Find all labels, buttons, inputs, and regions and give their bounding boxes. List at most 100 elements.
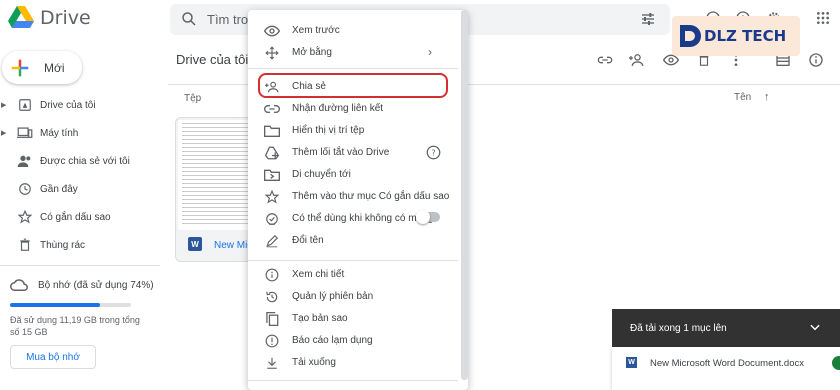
help-circle-icon[interactable]: ?	[426, 145, 441, 160]
menu-item-label: Hiển thị vị trí tệp	[292, 125, 365, 136]
search-options-icon[interactable]	[640, 11, 656, 27]
share-highlight-ring	[258, 73, 448, 98]
sidebar-item-recent[interactable]: Gần đây	[0, 178, 160, 200]
menu-item-label: Xem trước	[292, 25, 340, 36]
trash-icon	[20, 238, 30, 251]
new-button[interactable]: Mới	[2, 51, 82, 84]
search-icon[interactable]	[180, 10, 198, 28]
menu-divider	[248, 260, 458, 261]
sort-arrow-up-icon[interactable]: ↑	[764, 91, 770, 103]
menu-item-open-with[interactable]: Mở bằng ›	[248, 42, 458, 64]
eye-icon	[264, 25, 280, 37]
link-icon	[264, 105, 280, 113]
history-icon	[266, 291, 278, 303]
new-button-label: Mới	[44, 60, 65, 75]
file-card[interactable]: W New Microsoft Word Document.docx	[175, 117, 255, 262]
move-to-folder-icon	[264, 169, 280, 181]
clock-icon	[19, 183, 31, 195]
storage-progress-bar	[10, 303, 131, 307]
menu-item-label: Đổi tên	[292, 235, 324, 246]
computer-icon	[17, 127, 33, 138]
sidebar-item-trash[interactable]: Thùng rác	[0, 234, 160, 256]
menu-item-view-details[interactable]: Xem chi tiết	[248, 264, 458, 286]
move-arrows-icon	[265, 46, 279, 60]
menu-item-manage-versions[interactable]: Quản lý phiên bản	[248, 286, 458, 308]
menu-item-preview[interactable]: Xem trước	[248, 20, 458, 42]
pencil-icon	[266, 234, 279, 248]
sidebar-item-label: Gần đây	[40, 183, 78, 195]
submenu-chevron-icon: ›	[428, 45, 432, 59]
menu-item-label: Báo cáo lạm dụng	[292, 335, 373, 346]
toggle-knob	[416, 210, 430, 224]
expand-caret-icon[interactable]: ▶	[0, 129, 10, 137]
sidebar: Mới ▶ Drive của tôi ▶ Máy tính Được chia…	[0, 38, 160, 390]
sidebar-item-starred[interactable]: Có gắn dấu sao	[0, 206, 160, 228]
menu-item-add-starred[interactable]: Thêm vào thư mục Có gắn dấu sao	[248, 186, 458, 208]
upload-toast-item[interactable]: W New Microsoft Word Document.docx	[612, 347, 840, 390]
sidebar-item-storage[interactable]: Bộ nhớ (đã sử dụng 74%)	[0, 274, 160, 296]
menu-item-label: Nhận đường liên kết	[292, 103, 384, 114]
menu-divider	[248, 380, 458, 381]
upload-file-name: New Microsoft Word Document.docx	[650, 358, 804, 369]
app-name: Drive	[40, 6, 91, 29]
apps-grid-icon[interactable]	[815, 10, 831, 26]
add-shortcut-icon	[264, 146, 280, 160]
download-icon	[267, 357, 277, 369]
sidebar-item-shared[interactable]: Được chia sẻ với tôi	[0, 150, 160, 172]
sidebar-item-label: Được chia sẻ với tôi	[40, 155, 130, 167]
details-info-icon[interactable]	[808, 52, 824, 68]
drive-logo[interactable]: Drive	[8, 6, 91, 29]
menu-item-report-abuse[interactable]: Báo cáo lạm dụng	[248, 330, 458, 352]
menu-item-make-copy[interactable]: Tạo bản sao	[248, 308, 458, 330]
menu-item-label: Tải xuống	[292, 357, 336, 368]
sidebar-item-label: Có gắn dấu sao	[40, 211, 111, 223]
upload-toast-title: Đã tải xong 1 mục lên	[630, 323, 727, 334]
sort-by-name[interactable]: Tên ↑	[734, 91, 770, 103]
sidebar-divider	[0, 265, 160, 266]
upload-toast-header: Đã tải xong 1 mục lên	[612, 309, 840, 347]
copy-icon	[266, 312, 279, 327]
share-person-icon[interactable]	[629, 52, 646, 68]
dlz-tech-watermark-logo: DLZ TECH	[672, 16, 800, 56]
storage-progress-fill	[10, 303, 100, 307]
offline-toggle[interactable]	[416, 210, 440, 224]
buy-storage-button[interactable]: Mua bộ nhớ	[10, 345, 96, 369]
info-icon	[265, 268, 279, 282]
collapse-chevron-icon[interactable]	[808, 320, 822, 334]
menu-item-download[interactable]: Tải xuống	[248, 352, 458, 374]
menu-item-move-to[interactable]: Di chuyển tới	[248, 164, 458, 186]
word-doc-icon: W	[188, 237, 202, 251]
star-icon	[265, 190, 279, 204]
offline-check-icon	[266, 213, 278, 225]
word-doc-icon: W	[626, 357, 637, 368]
sort-label: Tên	[734, 92, 752, 103]
drive-logo-icon	[8, 6, 34, 28]
dlz-logo-mark-icon	[680, 25, 701, 47]
dlz-logo-text: DLZ TECH	[704, 27, 787, 45]
sidebar-item-computers[interactable]: ▶ Máy tính	[0, 122, 160, 144]
menu-item-get-link[interactable]: Nhận đường liên kết	[248, 98, 458, 120]
menu-scrollbar[interactable]	[461, 10, 468, 380]
menu-item-label: Mở bằng	[292, 47, 332, 58]
sidebar-item-my-drive[interactable]: ▶ Drive của tôi	[0, 94, 160, 116]
link-icon[interactable]	[597, 52, 613, 68]
files-column-header: Tệp	[184, 93, 202, 104]
expand-caret-icon[interactable]: ▶	[0, 101, 10, 109]
page-title[interactable]: Drive của tôi	[176, 52, 248, 67]
shared-people-icon	[17, 155, 31, 167]
menu-item-rename[interactable]: Đổi tên	[248, 230, 458, 252]
menu-item-label: Di chuyển tới	[292, 169, 351, 180]
menu-item-offline[interactable]: Có thể dùng khi không có mạng	[248, 208, 458, 230]
sidebar-item-label: Máy tính	[40, 127, 79, 139]
menu-item-label: Thêm vào thư mục Có gắn dấu sao	[292, 191, 450, 202]
storage-detail: Đã sử dụng 11,19 GB trong tổng số 15 GB	[10, 315, 140, 337]
sidebar-item-label: Thùng rác	[40, 239, 86, 251]
sidebar-item-label: Drive của tôi	[40, 99, 96, 111]
menu-item-add-shortcut[interactable]: Thêm lối tắt vào Drive ?	[248, 142, 458, 164]
menu-item-show-location[interactable]: Hiển thị vị trí tệp	[248, 120, 458, 142]
svg-text:?: ?	[431, 148, 435, 158]
menu-item-label: Có thể dùng khi không có mạng	[292, 213, 434, 224]
plus-icon	[11, 59, 29, 76]
cloud-icon	[10, 279, 28, 291]
menu-item-label: Quản lý phiên bản	[292, 291, 374, 302]
